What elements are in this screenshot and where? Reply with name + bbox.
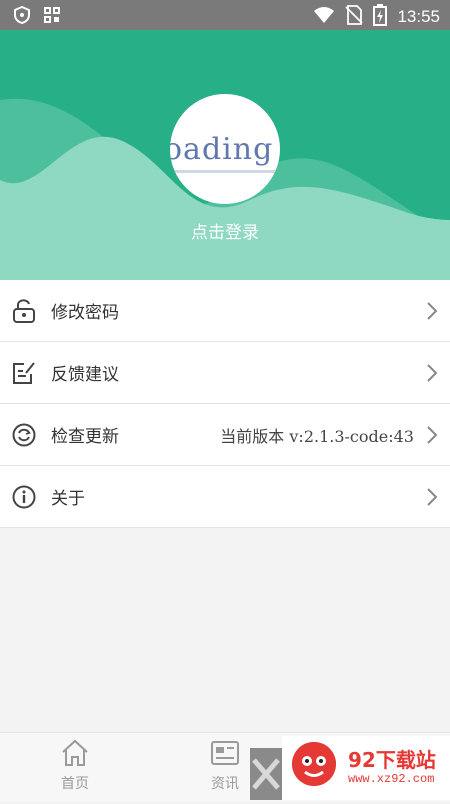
tab-news[interactable]: 资讯 xyxy=(195,739,255,793)
avatar-loading-text: oading xyxy=(170,132,274,167)
chevron-right-icon xyxy=(426,363,438,387)
home-icon xyxy=(45,739,105,767)
status-time: 13:55 xyxy=(397,7,440,26)
watermark-brand: 92下载站 xyxy=(348,748,436,772)
watermark-url: www.xz92.com xyxy=(348,772,435,786)
menu-item-feedback[interactable]: 反馈建议 xyxy=(0,342,450,404)
settings-menu: 修改密码 反馈建议 检查更新 当前版本 v:2.1.3-code:43 关于 xyxy=(0,280,450,528)
version-info: 当前版本 v:2.1.3-code:43 xyxy=(220,426,414,446)
menu-item-label: 检查更新 xyxy=(51,427,119,447)
grid-icon xyxy=(44,7,60,27)
news-icon xyxy=(195,739,255,767)
menu-item-about[interactable]: 关于 xyxy=(0,466,450,528)
menu-item-check-update[interactable]: 检查更新 当前版本 v:2.1.3-code:43 xyxy=(0,404,450,466)
no-sim-icon xyxy=(345,5,364,29)
wifi-icon xyxy=(313,6,335,28)
avatar[interactable]: oading xyxy=(170,94,280,204)
site-watermark: 92下载站 www.xz92.com xyxy=(282,736,450,800)
login-link[interactable]: 点击登录 xyxy=(0,218,450,243)
shield-icon xyxy=(14,5,30,28)
unlock-icon xyxy=(11,298,37,324)
chevron-right-icon xyxy=(426,301,438,325)
battery-icon xyxy=(373,4,388,30)
profile-header: oading 点击登录 xyxy=(0,30,450,280)
chevron-right-icon xyxy=(426,425,438,449)
info-icon xyxy=(11,484,37,510)
tab-home[interactable]: 首页 xyxy=(45,739,105,793)
menu-item-label: 反馈建议 xyxy=(51,365,119,385)
status-bar: 13:55 xyxy=(0,0,450,30)
mascot-logo xyxy=(292,742,336,786)
tab-home-label: 首页 xyxy=(61,776,89,792)
menu-item-label: 修改密码 xyxy=(51,303,119,323)
edit-note-icon xyxy=(11,360,37,386)
menu-item-change-password[interactable]: 修改密码 xyxy=(0,280,450,342)
refresh-icon xyxy=(11,422,37,448)
menu-item-label: 关于 xyxy=(51,489,85,509)
x-logo xyxy=(250,748,282,800)
tab-news-label: 资讯 xyxy=(211,776,239,792)
chevron-right-icon xyxy=(426,487,438,511)
